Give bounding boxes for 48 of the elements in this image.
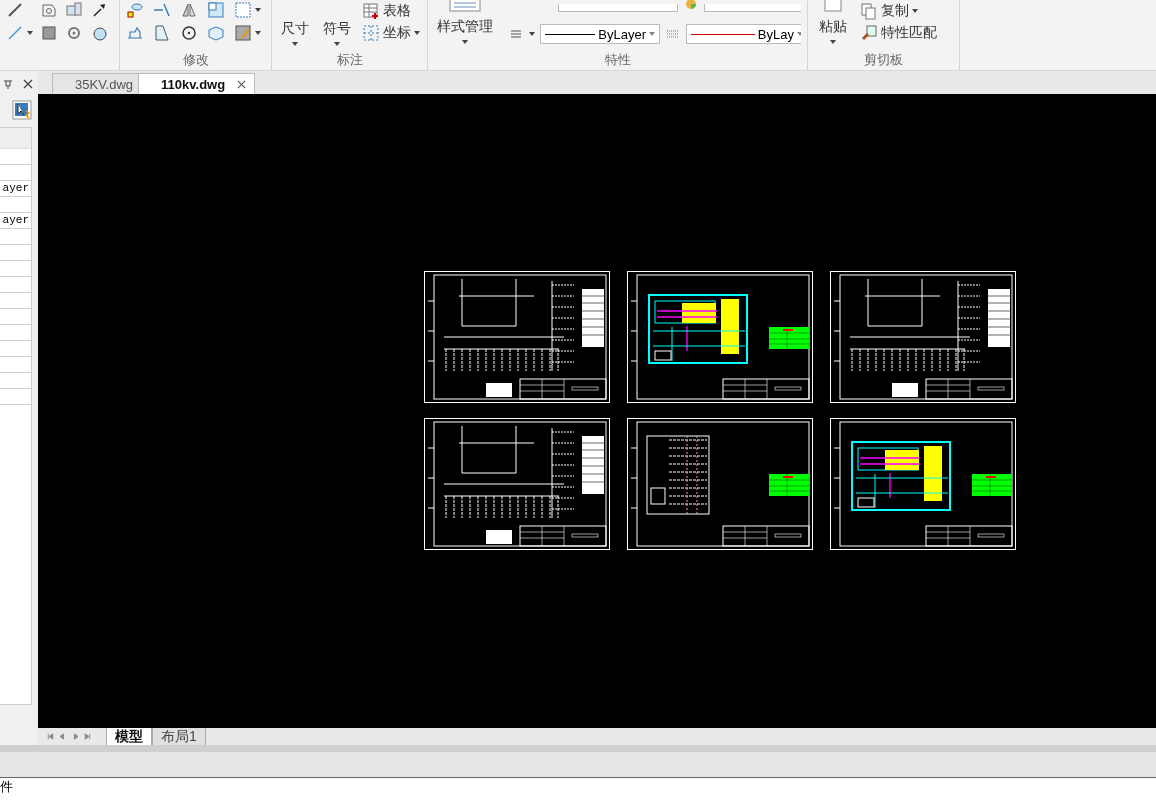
pencil-icon[interactable]	[6, 1, 24, 19]
group-label: 标注	[336, 52, 363, 69]
caret-icon[interactable]	[255, 31, 261, 35]
lineweight-dropdown[interactable]: ByLay	[686, 24, 801, 44]
rotate-icon[interactable]	[180, 24, 198, 42]
document-tab[interactable]: 110kv.dwg	[138, 73, 256, 94]
layer-dropdown[interactable]	[558, 4, 678, 12]
close-icon[interactable]	[22, 78, 34, 90]
caret-icon[interactable]	[414, 31, 420, 35]
group-label: 剪切板	[864, 52, 903, 69]
hatch-icon[interactable]	[40, 24, 58, 42]
annotate-button[interactable]: 符号	[320, 0, 354, 46]
drawing-canvas[interactable]	[38, 94, 1156, 728]
annotate-tool-button[interactable]: 表格	[362, 2, 420, 20]
move-icon[interactable]	[126, 1, 144, 19]
caret-icon[interactable]	[462, 40, 468, 44]
caret-icon[interactable]	[334, 42, 340, 46]
close-icon[interactable]	[237, 79, 247, 89]
caret-icon[interactable]	[255, 8, 261, 12]
caret-icon[interactable]	[529, 32, 535, 36]
caret-icon[interactable]	[830, 40, 836, 44]
edit-hatch-icon[interactable]	[234, 24, 252, 42]
property-row[interactable]: ayer	[0, 213, 31, 229]
shape-icon[interactable]	[90, 24, 108, 42]
paste-button[interactable]: 粘贴	[814, 0, 852, 44]
caret-icon[interactable]	[292, 42, 298, 46]
brush-icon	[860, 24, 878, 42]
caret-icon[interactable]	[912, 9, 918, 13]
color-dropdown[interactable]	[704, 4, 801, 12]
annotate-tool-button[interactable]: 坐标	[362, 24, 420, 42]
grid-icon	[362, 24, 380, 42]
blocks-icon[interactable]	[65, 1, 83, 19]
scale-icon[interactable]	[153, 24, 171, 42]
rectangle-icon[interactable]	[207, 1, 225, 19]
polygon-icon[interactable]	[40, 1, 58, 19]
command-text: 件	[0, 779, 13, 794]
property-row[interactable]: ayer	[0, 181, 31, 197]
linetype-dropdown[interactable]: ByLayer	[540, 24, 660, 44]
copy-button[interactable]: 复制	[860, 2, 937, 20]
group-label: 特性	[604, 52, 631, 69]
annotate-button[interactable]: 尺寸	[278, 0, 312, 46]
style-manager-button[interactable]: 样式管理	[434, 0, 496, 44]
match-properties-button[interactable]: 特性匹配	[860, 24, 937, 42]
group-label: 修改	[182, 52, 209, 69]
caret-icon[interactable]	[27, 31, 33, 35]
trim-icon[interactable]	[153, 1, 171, 19]
mirror-icon[interactable]	[180, 1, 198, 19]
quick-select-icon[interactable]	[12, 100, 32, 120]
